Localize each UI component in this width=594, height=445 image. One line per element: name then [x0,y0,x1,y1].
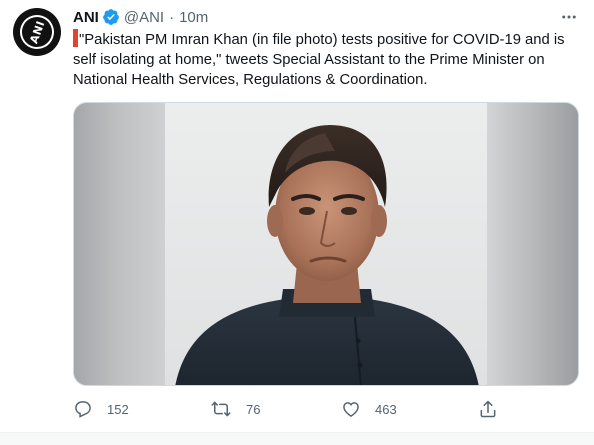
tweet-header: ANI @ANI · 10m [73,7,208,27]
quote-accent-mark [73,29,78,47]
author-handle[interactable]: @ANI [124,9,164,26]
tweet-text-container: "Pakistan PM Imran Khan (in file photo) … [73,29,573,90]
retweet-icon [210,399,232,419]
share-button[interactable] [478,398,498,420]
photo-blur-left [74,103,165,385]
tweet-card[interactable]: ANI ANI @ANI · 10m "Pakistan PM Imran Kh… [0,0,594,432]
tweet-photo[interactable] [73,102,579,386]
share-icon [478,399,498,419]
photo-portrait [165,103,489,385]
photo-blur-right [487,103,578,385]
verified-badge-icon [102,8,120,26]
author-name[interactable]: ANI [73,9,99,26]
header-separator: · [169,8,175,26]
heart-icon [341,399,361,419]
like-count: 463 [375,401,397,417]
reply-count: 152 [107,401,129,417]
more-horizontal-icon[interactable] [558,8,580,26]
retweet-button[interactable]: 76 [210,398,260,420]
ani-logo: ANI [15,10,59,54]
feed-divider [0,432,594,445]
tweet-actions: 152 76 463 [73,398,579,420]
retweet-count: 76 [246,401,261,417]
avatar[interactable]: ANI [13,8,61,56]
tweet-timestamp[interactable]: 10m [179,9,208,26]
reply-button[interactable]: 152 [73,398,129,420]
reply-icon [73,399,93,419]
tweet-text: "Pakistan PM Imran Khan (in file photo) … [73,32,565,88]
like-button[interactable]: 463 [341,398,397,420]
